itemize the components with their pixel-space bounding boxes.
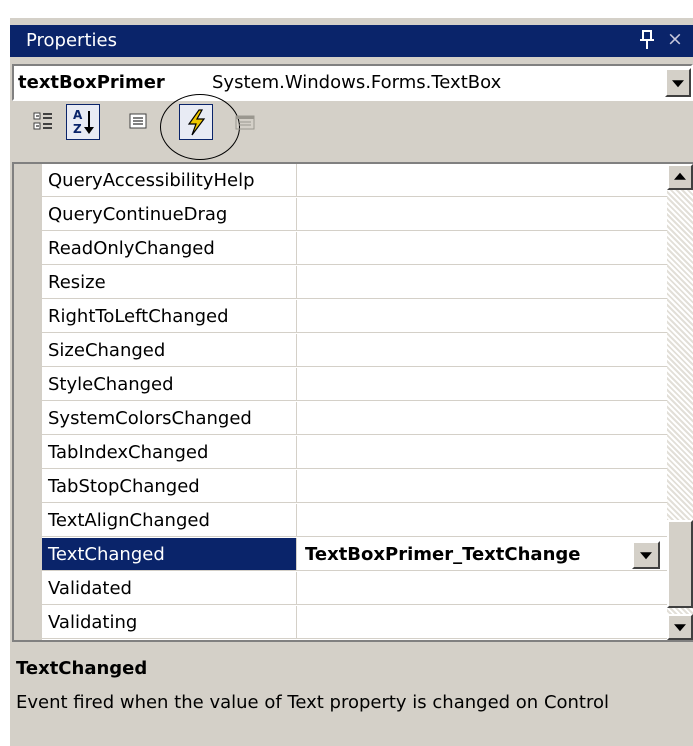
chevron-down-icon [640, 552, 652, 560]
close-icon[interactable]: × [667, 28, 683, 50]
pin-icon[interactable] [638, 29, 656, 51]
property-value[interactable] [297, 572, 669, 605]
description-title: TextChanged [16, 658, 148, 679]
chevron-down-icon [672, 79, 684, 87]
row-margin [14, 334, 42, 368]
property-row[interactable]: SizeChanged [14, 334, 669, 368]
property-value[interactable] [297, 368, 669, 401]
vertical-scrollbar[interactable] [667, 164, 693, 640]
row-margin [14, 470, 42, 504]
property-name[interactable]: Validating [42, 606, 297, 639]
description-pane: TextChanged Event fired when the value o… [10, 646, 693, 746]
property-value[interactable]: TextBoxPrimer_TextChange [297, 538, 669, 571]
categorized-button[interactable] [26, 104, 60, 140]
toolbar: A Z [10, 94, 693, 160]
property-name[interactable]: StyleChanged [42, 368, 297, 401]
row-margin [14, 198, 42, 232]
property-row[interactable]: Validating [14, 606, 669, 640]
property-value[interactable] [297, 402, 669, 435]
properties-window: Properties × textBoxPrimer System.Window… [10, 18, 693, 746]
scroll-down-button[interactable] [667, 614, 693, 640]
row-margin [14, 436, 42, 470]
property-row[interactable]: Validated [14, 572, 669, 606]
row-margin [14, 232, 42, 266]
property-name[interactable]: RightToLeftChanged [42, 300, 297, 333]
property-row[interactable]: SystemColorsChanged [14, 402, 669, 436]
property-row[interactable]: RightToLeftChanged [14, 300, 669, 334]
row-margin [14, 266, 42, 300]
property-grid: QueryAccessibilityHelp QueryContinueDrag R… [12, 162, 693, 642]
scroll-up-button[interactable] [667, 164, 693, 190]
property-value[interactable] [297, 470, 669, 503]
categorized-icon [33, 112, 52, 130]
top-strip [10, 0, 693, 18]
property-value[interactable] [297, 436, 669, 469]
property-name[interactable]: Resize [42, 266, 297, 299]
object-name: textBoxPrimer [18, 72, 165, 93]
property-value[interactable] [297, 198, 669, 231]
property-name[interactable]: TextChanged [42, 538, 297, 571]
property-name[interactable]: QueryContinueDrag [42, 198, 297, 231]
property-row[interactable]: Resize [14, 266, 669, 300]
property-row[interactable]: ReadOnlyChanged [14, 232, 669, 266]
property-value[interactable] [297, 266, 669, 299]
row-margin [14, 606, 42, 640]
chevron-up-icon [674, 172, 686, 180]
title-bar: Properties × [10, 25, 693, 57]
property-row[interactable]: QueryAccessibilityHelp [14, 164, 669, 198]
property-name[interactable]: TextAlignChanged [42, 504, 297, 537]
property-pages-icon [235, 115, 255, 130]
property-value[interactable] [297, 334, 669, 367]
row-margin [14, 572, 42, 606]
properties-icon [129, 113, 147, 129]
description-text: Event fired when the value of Text prope… [16, 692, 610, 713]
property-name[interactable]: SizeChanged [42, 334, 297, 367]
property-name[interactable]: TabStopChanged [42, 470, 297, 503]
object-selector[interactable]: textBoxPrimer System.Windows.Forms.TextB… [12, 64, 693, 101]
property-name[interactable]: Validated [42, 572, 297, 605]
property-row[interactable]: TabIndexChanged [14, 436, 669, 470]
alphabetical-button[interactable]: A Z [66, 104, 100, 140]
row-margin [14, 300, 42, 334]
properties-button[interactable] [121, 104, 155, 140]
property-pages-button[interactable] [228, 104, 262, 140]
row-margin [14, 504, 42, 538]
svg-text:Z: Z [73, 122, 82, 136]
property-row[interactable]: QueryContinueDrag [14, 198, 669, 232]
row-margin [14, 402, 42, 436]
property-value[interactable] [297, 300, 669, 333]
property-row[interactable]: TextChanged TextBoxPrimer_TextChange [14, 538, 669, 572]
object-type: System.Windows.Forms.TextBox [212, 72, 502, 93]
row-margin [14, 538, 42, 572]
property-row[interactable]: TabStopChanged [14, 470, 669, 504]
object-dropdown-button[interactable] [665, 68, 691, 97]
alphabetical-icon: A Z [73, 108, 94, 136]
property-name[interactable]: QueryAccessibilityHelp [42, 164, 297, 197]
row-margin [14, 368, 42, 402]
scroll-thumb[interactable] [667, 520, 693, 608]
chevron-down-icon [674, 624, 686, 632]
property-name[interactable]: TabIndexChanged [42, 436, 297, 469]
property-name[interactable]: SystemColorsChanged [42, 402, 297, 435]
property-name[interactable]: ReadOnlyChanged [42, 232, 297, 265]
handler-dropdown-button[interactable] [632, 541, 660, 569]
property-row[interactable]: TextAlignChanged [14, 504, 669, 538]
property-value[interactable] [297, 232, 669, 265]
property-row[interactable]: StyleChanged [14, 368, 669, 402]
window-title: Properties [26, 30, 117, 51]
property-value[interactable] [297, 606, 669, 639]
svg-text:A: A [73, 108, 83, 122]
row-margin [14, 164, 42, 198]
property-value[interactable] [297, 504, 669, 537]
property-value[interactable] [297, 164, 669, 197]
